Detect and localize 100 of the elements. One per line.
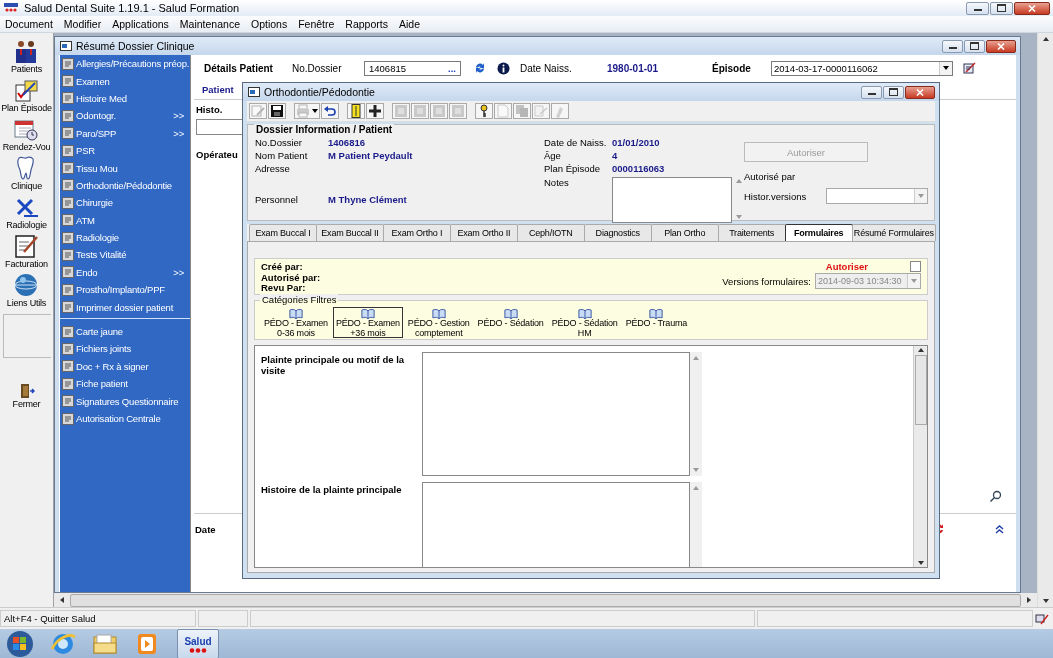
notes-field[interactable] [612,177,732,223]
patient-tab[interactable]: Patient [202,83,234,95]
menu-item[interactable]: Options [250,18,288,30]
sidebar-item[interactable]: Imprimer dossier patient [60,298,190,316]
authorize-checkbox[interactable] [910,261,921,272]
tile-icon [62,395,74,408]
sidebar-item[interactable]: PSR [60,141,190,160]
vertical-scrollbar[interactable] [1037,33,1053,607]
sidebar-item[interactable]: Chirurgie [60,194,190,212]
maximize-button[interactable] [883,85,904,99]
key-button[interactable] [475,103,493,119]
sidebar-item[interactable]: Examen [60,72,190,90]
browser-icon[interactable] [49,631,77,657]
launcher-button[interactable]: Radiologie [6,191,47,230]
folder-icon[interactable] [91,631,119,657]
menu-item[interactable]: Modifier [63,18,102,30]
tab[interactable]: Exam Ortho I [382,224,451,241]
taskbar-button[interactable]: Salud [177,629,219,658]
tile-icon [62,196,74,209]
maximize-button[interactable] [964,39,985,53]
sidebar-item[interactable]: Prostho/Implanto/PPF [60,281,190,299]
sidebar-item[interactable]: Carte jaune [60,322,190,341]
menu-item[interactable]: Fenêtre [298,18,335,30]
sidebar-item[interactable]: Endo >> [60,263,190,282]
sidebar-item[interactable]: Fiche patient [60,375,190,393]
sidebar-item[interactable]: Fichiers joints [60,340,190,358]
close-button[interactable] [986,39,1016,53]
launcher-button[interactable]: Patients [11,35,42,74]
close-button[interactable] [1014,1,1050,15]
tab[interactable]: Exam Buccal I [249,224,317,241]
search-icon[interactable] [989,490,1002,503]
filter-button[interactable]: PÉDO - Sédation HM [548,307,621,338]
menu-item[interactable]: Maintenance [179,18,240,30]
sidebar-item[interactable]: Paro/SPP >> [60,124,190,142]
filter-button[interactable]: PÉDO - Examen +36 mois [332,307,403,338]
sidebar-item[interactable]: Doc + Rx à signer [60,357,190,376]
minimize-button[interactable] [861,85,882,99]
filter-button[interactable]: PÉDO - Sédation [474,307,547,338]
sync-icon[interactable] [473,61,487,75]
tile-icon [62,283,74,296]
horizontal-scrollbar[interactable] [54,593,1037,607]
tab[interactable]: Exam Ortho II [449,224,518,241]
sidebar-item[interactable]: Odontogr. >> [60,107,190,125]
filter-button[interactable]: PÉDO - Gestion comptement [404,307,473,338]
filter-button[interactable]: PÉDO - Trauma [622,307,691,338]
launcher-button[interactable]: Clinique [11,152,42,191]
launcher-button[interactable]: Liens Utils [6,269,47,308]
sidebar-item[interactable]: Autorisation Centrale [60,409,190,428]
tile-icon [62,412,74,425]
sidebar-item[interactable]: Radiologie [60,228,190,247]
launcher-button[interactable]: Fermer [12,370,41,409]
tile-icon [62,179,74,192]
tab[interactable]: Ceph/IOTN [516,224,585,241]
menu-item[interactable]: Document [5,18,53,30]
settings-icon[interactable] [963,61,977,75]
menu-item[interactable]: Applications [112,18,169,30]
answer-box[interactable] [422,352,690,476]
episode-dropdown[interactable]: 2014-03-17-0000116062 [771,60,953,76]
menu-item[interactable]: Rapports [345,18,388,30]
filter-button[interactable]: PÉDO - Examen 0-36 mois [261,307,331,338]
close-button[interactable] [905,85,935,99]
key-icon [477,104,491,118]
sidebar-item[interactable]: Tests Vitalité [60,246,190,264]
start-button[interactable] [5,630,35,658]
tab[interactable]: Plan Ortho [650,224,719,241]
save-button[interactable] [268,103,286,119]
menu-item[interactable]: Aide [398,18,420,30]
sidebar-item[interactable]: Orthodontie/Pédodontie [60,176,190,195]
tab[interactable]: Résumé Formulaires [851,224,936,241]
section-label: Détails Patient [204,62,274,74]
card-button[interactable] [347,103,365,119]
tile-icon [62,325,74,338]
sidebar-item[interactable]: Tissu Mou [60,159,190,177]
tab[interactable]: Traitements [717,224,786,241]
undo-button[interactable] [321,103,339,119]
tab[interactable]: Diagnostics [583,224,652,241]
status-text: Alt+F4 - Quitter Salud [0,610,196,627]
launcher-button[interactable]: Plan Épisode [1,74,52,113]
sidebar-item[interactable]: Signatures Questionnaire [60,392,190,410]
launcher-button[interactable]: Rendez-Vou [2,113,51,152]
dossier-field[interactable]: 1406815 ... [364,60,461,76]
vertical-scrollbar[interactable] [913,346,927,567]
minimize-button[interactable] [966,1,989,15]
launcher-button[interactable]: Facturation [5,230,48,269]
browse-button[interactable]: ... [448,62,456,74]
tab[interactable]: Exam Buccal II [315,224,384,241]
sidebar-item[interactable]: Histoire Med [60,89,190,108]
versions-dropdown[interactable] [826,188,928,204]
page-icon [496,104,510,118]
minimize-button[interactable] [942,39,963,53]
sidebar-item[interactable]: Allergies/Précautions préop. [60,55,190,73]
sidebar-item[interactable]: ATM [60,211,190,229]
maximize-button[interactable] [990,1,1013,15]
chevron-up-icon[interactable] [995,524,1004,534]
tile-icon [62,342,74,355]
info-icon[interactable] [497,61,510,75]
add-button[interactable] [366,103,384,119]
tab[interactable]: Formulaires [784,224,853,241]
save-icon [270,104,284,118]
network-icon [1035,611,1049,626]
